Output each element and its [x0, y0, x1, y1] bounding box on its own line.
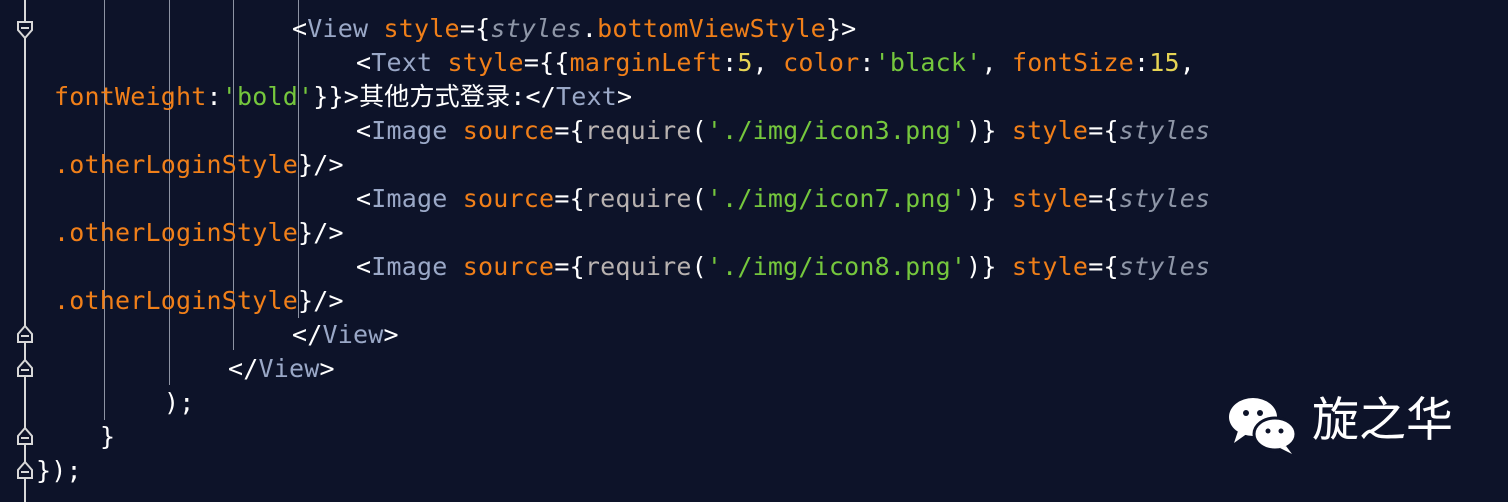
- style-property: .otherLoginStyle: [54, 150, 299, 179]
- style-object: styles: [1118, 184, 1211, 213]
- fold-up-icon[interactable]: [16, 358, 34, 378]
- style-object: styles: [1118, 252, 1211, 281]
- tag-name: View: [322, 320, 384, 349]
- require-function: require: [584, 116, 692, 145]
- indent-guide: [169, 0, 170, 385]
- style-property: .otherLoginStyle: [54, 286, 299, 315]
- code-line: </View>: [292, 320, 399, 349]
- tag-name: View: [307, 14, 369, 43]
- indent-guide: [104, 0, 105, 420]
- style-property: .otherLoginStyle: [54, 218, 299, 247]
- attribute-name: source: [462, 184, 555, 213]
- string-value: 'bold': [221, 82, 314, 111]
- code-line-wrap: .otherLoginStyle}/>: [54, 286, 344, 315]
- style-key: fontWeight: [54, 82, 207, 111]
- tag-name: Text: [556, 82, 618, 111]
- code-line: <Image source={require('./img/icon7.png'…: [356, 184, 1211, 213]
- string-value: 'black': [874, 48, 982, 77]
- tag-name: Image: [371, 116, 448, 145]
- attribute-name: style: [383, 14, 460, 43]
- chinese-label-text: 其他方式登录:: [359, 82, 526, 111]
- fold-up-icon[interactable]: [16, 426, 34, 446]
- require-function: require: [584, 252, 692, 281]
- number-value: 15: [1149, 48, 1180, 77]
- style-property: bottomViewStyle: [597, 14, 826, 43]
- style-key: color: [783, 48, 860, 77]
- style-key: fontSize: [1011, 48, 1134, 77]
- code-line: <Image source={require('./img/icon8.png'…: [356, 252, 1211, 281]
- fold-up-icon[interactable]: [16, 324, 34, 344]
- wechat-icon: [1229, 398, 1298, 454]
- code-line: <Image source={require('./img/icon3.png'…: [356, 116, 1211, 145]
- code-line: <View style={styles.bottomViewStyle}>: [292, 14, 857, 43]
- tag-name: View: [258, 354, 320, 383]
- tag-name: Image: [371, 252, 448, 281]
- watermark-text: 旋之华: [1312, 393, 1453, 448]
- attribute-name: style: [1011, 184, 1089, 213]
- file-path: './img/icon7.png': [706, 184, 967, 213]
- code-editor[interactable]: <View style={styles.bottomViewStyle}> <T…: [0, 0, 1508, 502]
- code-line: });: [36, 456, 82, 485]
- attribute-name: style: [1011, 252, 1089, 281]
- code-line-wrap: fontWeight:'bold'}}>其他方式登录:</Text>: [54, 82, 633, 111]
- attribute-name: source: [462, 116, 555, 145]
- code-line-wrap: .otherLoginStyle}/>: [54, 218, 344, 247]
- code-line: <Text style={{marginLeft:5, color:'black…: [356, 48, 1196, 77]
- attribute-name: style: [447, 48, 524, 77]
- tag-name: Image: [371, 184, 448, 213]
- style-object: styles: [1118, 116, 1211, 145]
- number-value: 5: [737, 48, 753, 77]
- attribute-name: style: [1011, 116, 1089, 145]
- code-line: </View>: [228, 354, 335, 383]
- fold-down-icon[interactable]: [16, 20, 34, 40]
- tag-name: Text: [371, 48, 433, 77]
- fold-up-icon[interactable]: [16, 460, 34, 480]
- attribute-name: source: [462, 252, 555, 281]
- code-line-wrap: .otherLoginStyle}/>: [54, 150, 344, 179]
- file-path: './img/icon8.png': [706, 252, 967, 281]
- style-object: styles: [490, 14, 582, 43]
- require-function: require: [584, 184, 692, 213]
- style-key: marginLeft: [569, 48, 723, 77]
- code-line: );: [164, 388, 195, 417]
- code-line: }: [100, 422, 116, 451]
- file-path: './img/icon3.png': [706, 116, 967, 145]
